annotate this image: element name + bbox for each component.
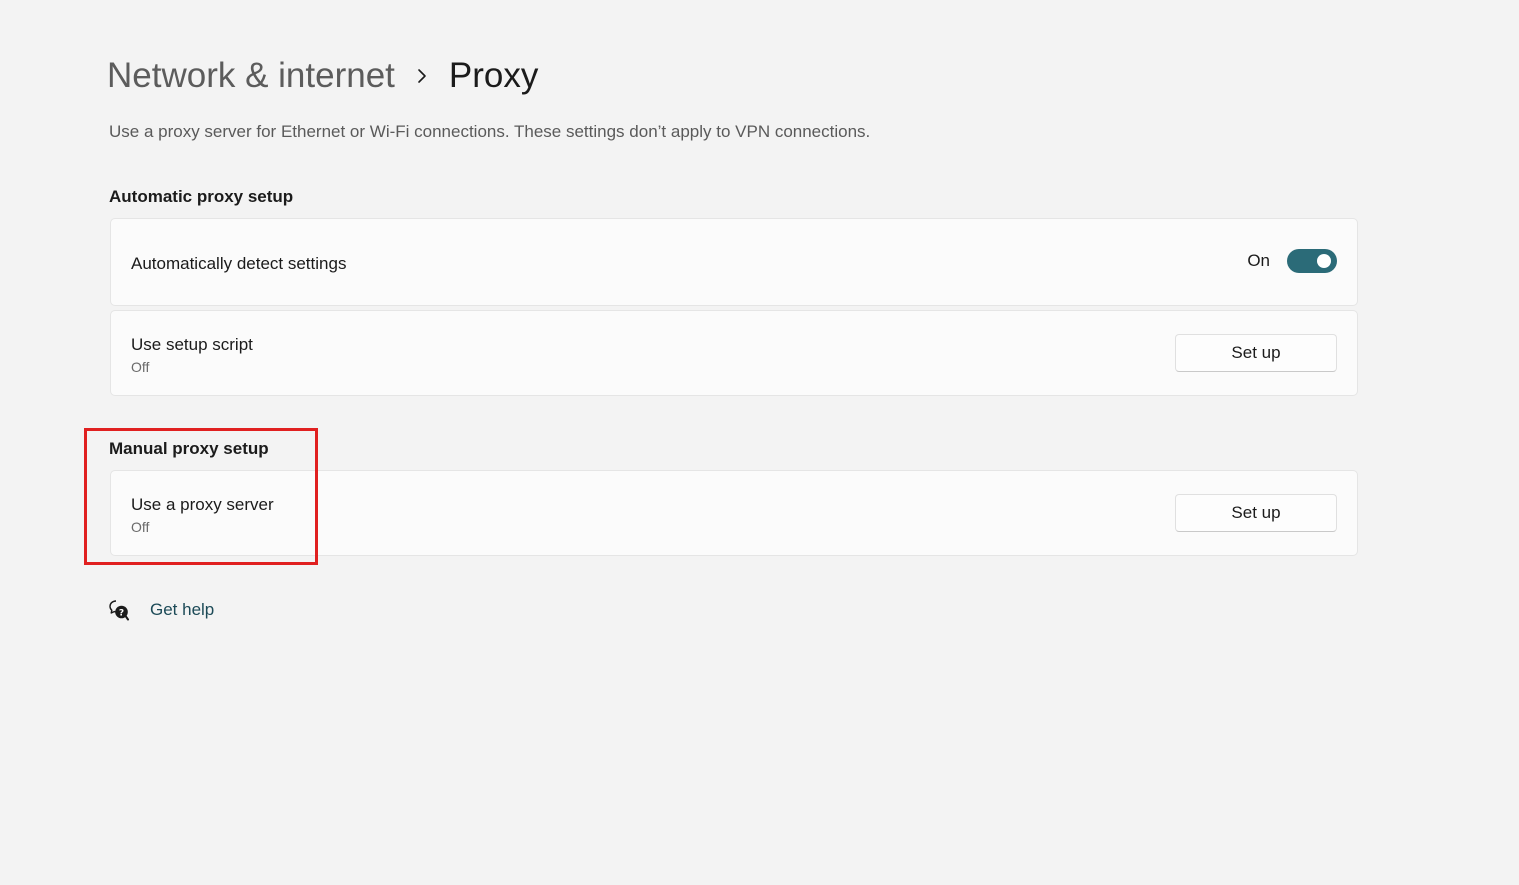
automatic-proxy-heading: Automatic proxy setup — [109, 187, 294, 206]
proxy-server-label: Use a proxy server — [131, 495, 274, 514]
automatic-detect-toggle-group: On — [1247, 249, 1337, 273]
breadcrumb-network-internet[interactable]: Network & internet — [107, 56, 395, 96]
automatic-detect-toggle[interactable] — [1287, 249, 1337, 273]
setup-script-card: Use setup script Off Set up — [110, 310, 1358, 396]
help-chat-icon: ? — [108, 599, 130, 621]
automatic-detect-card: Automatically detect settings On — [110, 218, 1358, 306]
setup-script-set-up-button[interactable]: Set up — [1175, 334, 1337, 372]
automatic-detect-label: Automatically detect settings — [131, 254, 347, 273]
svg-text:?: ? — [119, 608, 124, 618]
manual-proxy-heading: Manual proxy setup — [109, 439, 269, 458]
get-help-label[interactable]: Get help — [150, 600, 214, 620]
proxy-server-set-up-button[interactable]: Set up — [1175, 494, 1337, 532]
page-description: Use a proxy server for Ethernet or Wi-Fi… — [109, 122, 871, 141]
breadcrumb: Network & internet Proxy — [107, 52, 538, 100]
get-help-link[interactable]: ? Get help — [108, 597, 214, 623]
setup-script-label: Use setup script — [131, 335, 253, 354]
toggle-knob — [1317, 254, 1331, 268]
chevron-right-icon — [395, 52, 449, 100]
setup-script-status: Off — [131, 359, 150, 375]
proxy-server-card: Use a proxy server Off Set up — [110, 470, 1358, 556]
toggle-state-label: On — [1247, 251, 1270, 270]
proxy-server-status: Off — [131, 519, 150, 535]
page-title: Proxy — [448, 56, 539, 95]
